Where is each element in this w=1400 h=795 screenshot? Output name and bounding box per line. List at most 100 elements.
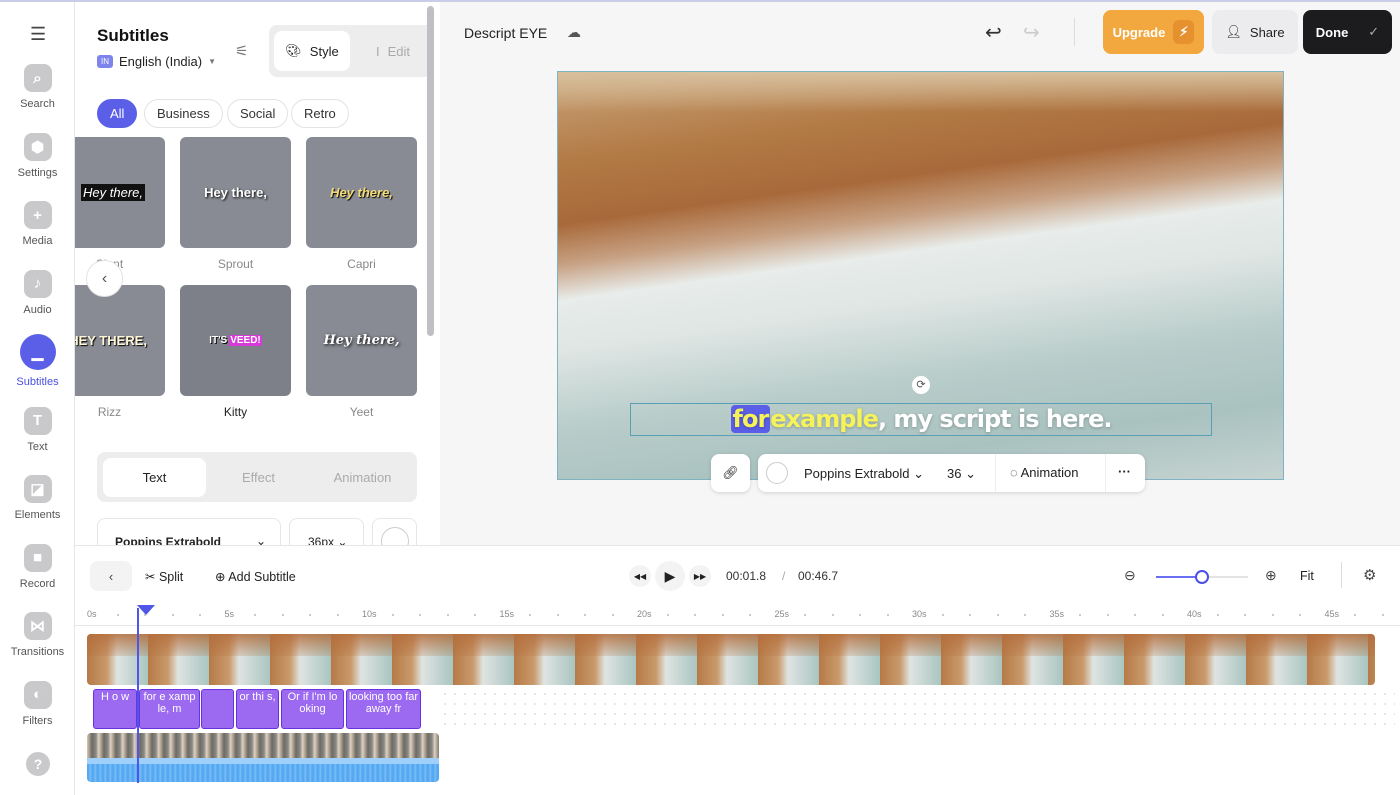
ruler-dot xyxy=(666,614,669,616)
style-tile-sprout[interactable]: Hey there, xyxy=(180,137,291,248)
more-icon[interactable]: ··· xyxy=(1118,464,1131,479)
ruler-dot xyxy=(859,614,861,616)
language-select[interactable]: IN English (India) ▼ xyxy=(97,54,216,69)
split-button[interactable]: ✂︎ Split xyxy=(145,569,183,584)
split-label: Split xyxy=(158,570,184,584)
check-icon: ✓ xyxy=(1368,24,1380,39)
style-tile-capri[interactable]: Hey there, xyxy=(306,137,417,248)
caption-box[interactable]: forexample, my script is here. xyxy=(630,403,1212,436)
time-separator: / xyxy=(782,569,786,583)
zoom-out-icon[interactable]: ⊖ xyxy=(1124,567,1136,584)
zoom-slider-handle[interactable] xyxy=(1195,570,1209,584)
color-picker[interactable] xyxy=(372,518,417,545)
ruler-tick: 20s xyxy=(637,609,652,619)
help-icon[interactable]: ? xyxy=(26,752,50,776)
audio-track[interactable] xyxy=(87,733,439,782)
style-name: Yeet xyxy=(349,405,374,419)
rotate-handle-icon[interactable]: ⟳ xyxy=(912,376,930,394)
style-tile-slant[interactable]: Hey there, xyxy=(75,137,165,248)
subtitle-clip[interactable]: Or if I'm lo oking xyxy=(281,689,344,729)
ruler-dot xyxy=(1271,614,1274,616)
settings-icon[interactable]: ⚙︎ xyxy=(1363,566,1376,584)
video-track[interactable] xyxy=(87,634,1375,685)
zoom-in-icon[interactable]: ⊕ xyxy=(1265,567,1277,584)
toolbar-size-select[interactable]: 36 ⌄ xyxy=(947,466,976,482)
forward-button[interactable]: ▶▶ xyxy=(689,565,711,587)
transitions-icon: ⋈ xyxy=(23,612,52,640)
ruler-dot xyxy=(611,614,614,616)
ruler-baseline xyxy=(75,625,1400,626)
search-icon: ⌕ xyxy=(23,64,52,92)
project-title[interactable]: Descript EYE xyxy=(464,25,547,41)
nav-item-audio[interactable]: ♪ Audio xyxy=(0,269,75,316)
nav-item-filters[interactable]: ◐ Filters xyxy=(0,680,75,727)
nav-item-subtitles[interactable]: ▁ Subtitles xyxy=(0,334,75,388)
record-icon: ■ xyxy=(23,543,52,572)
nav-item-text[interactable]: T Text xyxy=(0,406,75,453)
style-tile-yeet[interactable]: Hey there, xyxy=(306,285,417,396)
subtitle-clip[interactable]: for e xamp le, m xyxy=(139,689,200,729)
rewind-button[interactable]: ◀◀ xyxy=(629,565,651,587)
filter-retro[interactable]: Retro xyxy=(291,99,349,128)
edit-tab[interactable]: Ι Edit xyxy=(357,31,429,71)
ruler-dot xyxy=(281,614,284,616)
style-tile-rizz[interactable]: HEY THERE, xyxy=(75,285,165,396)
nav-item-elements[interactable]: ◪ Elements xyxy=(0,475,75,521)
add-subtitle-button[interactable]: ⊕ Add Subtitle xyxy=(215,569,296,584)
toolbar-font-select[interactable]: Poppins Extrabold ⌄ xyxy=(804,466,924,482)
ruler-tick: 45s xyxy=(1324,609,1340,619)
link-icon: 🔗︎ xyxy=(722,465,739,480)
style-tile-kitty[interactable]: IT'S VEED! xyxy=(180,285,291,396)
done-button[interactable]: Done ✓ xyxy=(1303,10,1392,54)
ruler-dot xyxy=(1299,614,1301,616)
nav-item-transitions[interactable]: ⋈ Transitions xyxy=(0,612,75,658)
divider xyxy=(1341,562,1342,588)
effect-tab[interactable]: Effect xyxy=(207,458,310,497)
undo-icon[interactable]: ↩ xyxy=(985,20,1002,45)
share-button[interactable]: 👤︎ Share xyxy=(1212,10,1298,54)
filter-all[interactable]: All xyxy=(97,99,138,128)
playhead-handle[interactable] xyxy=(137,605,155,615)
ruler-dot xyxy=(446,614,449,616)
sliders-icon[interactable]: ⚟ xyxy=(235,42,248,60)
menu-icon[interactable]: ☰ xyxy=(30,24,46,45)
animation-tab[interactable]: Animation xyxy=(311,458,414,497)
collapse-button[interactable]: ‹ xyxy=(90,561,132,591)
ruler-tick: 25s xyxy=(774,609,790,619)
subtitle-clip[interactable]: H o w xyxy=(93,689,137,729)
nav-item-settings[interactable]: ⬢ Settings xyxy=(0,132,75,179)
video-preview[interactable]: ⟳ forexample, my script is here. xyxy=(557,71,1284,480)
font-size-select[interactable]: 36px ⌄ xyxy=(289,518,364,545)
nav-item-media[interactable]: + Media xyxy=(0,201,75,247)
chevron-down-icon: ⌄ xyxy=(256,534,267,545)
color-swatch[interactable] xyxy=(766,462,788,484)
language-badge: IN xyxy=(97,55,113,68)
text-tab[interactable]: Text xyxy=(103,458,206,497)
edit-tab-label: Edit xyxy=(387,43,411,59)
redo-icon[interactable]: ↪ xyxy=(1023,20,1040,45)
nav-label: Media xyxy=(22,235,53,247)
filter-business[interactable]: Business xyxy=(144,99,223,128)
style-tab[interactable]: 🎨︎ Style xyxy=(274,31,350,71)
nav-item-search[interactable]: ⌕ Search xyxy=(0,64,75,110)
subtitle-clip[interactable]: or thi s, xyxy=(236,689,279,729)
property-tabs: Text Effect Animation xyxy=(97,452,417,502)
link-button[interactable]: 🔗︎ xyxy=(711,454,750,492)
filter-social[interactable]: Social xyxy=(227,99,289,128)
animation-button[interactable]: ◌ Animation xyxy=(1010,465,1078,480)
subtitle-clip[interactable]: looking too far away fr xyxy=(346,689,421,729)
font-select[interactable]: Poppins Extrabold ⌄ xyxy=(97,518,281,545)
upgrade-button[interactable]: Upgrade ⚡︎ xyxy=(1103,10,1204,54)
language-label: English (India) xyxy=(119,54,203,69)
play-button[interactable]: ▶ xyxy=(655,561,685,591)
subtitle-clip[interactable] xyxy=(201,689,234,729)
ruler-dot xyxy=(969,614,971,616)
nav-item-record[interactable]: ■ Record xyxy=(0,543,75,590)
font-size-value: 36px xyxy=(308,535,335,545)
zoom-slider[interactable] xyxy=(1156,570,1248,584)
scroll-left-button[interactable]: ‹ xyxy=(86,260,123,297)
scissors-icon: ✂︎ xyxy=(145,570,156,584)
ruler-dot xyxy=(171,614,174,616)
fit-button[interactable]: Fit xyxy=(1300,569,1314,583)
panel-scrollbar[interactable] xyxy=(427,6,434,336)
